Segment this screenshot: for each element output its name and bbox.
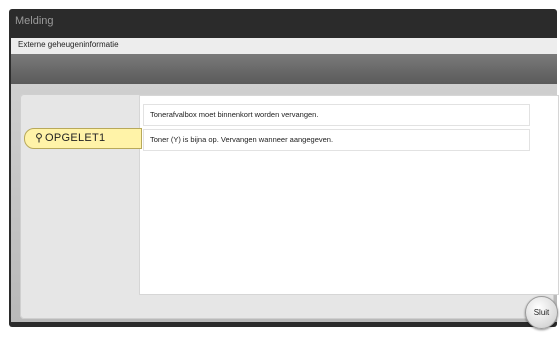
header-band [11,54,557,84]
close-button[interactable]: Sluit [525,296,558,329]
page-subtitle: Externe geheugeninformatie [18,40,119,49]
message-row[interactable]: Toner (Y) is bijna op. Vervangen wanneer… [144,130,529,150]
message-list-box [140,96,558,294]
message-row[interactable]: Tonerafvalbox moet binnenkort worden ver… [144,105,529,125]
alert-level-label: OPGELET1 [45,132,106,144]
screen: Melding Externe geheugeninformatie Toner… [0,0,560,338]
close-button-label: Sluit [533,308,550,317]
window-title: Melding [15,15,54,27]
warning-icon [36,133,42,143]
